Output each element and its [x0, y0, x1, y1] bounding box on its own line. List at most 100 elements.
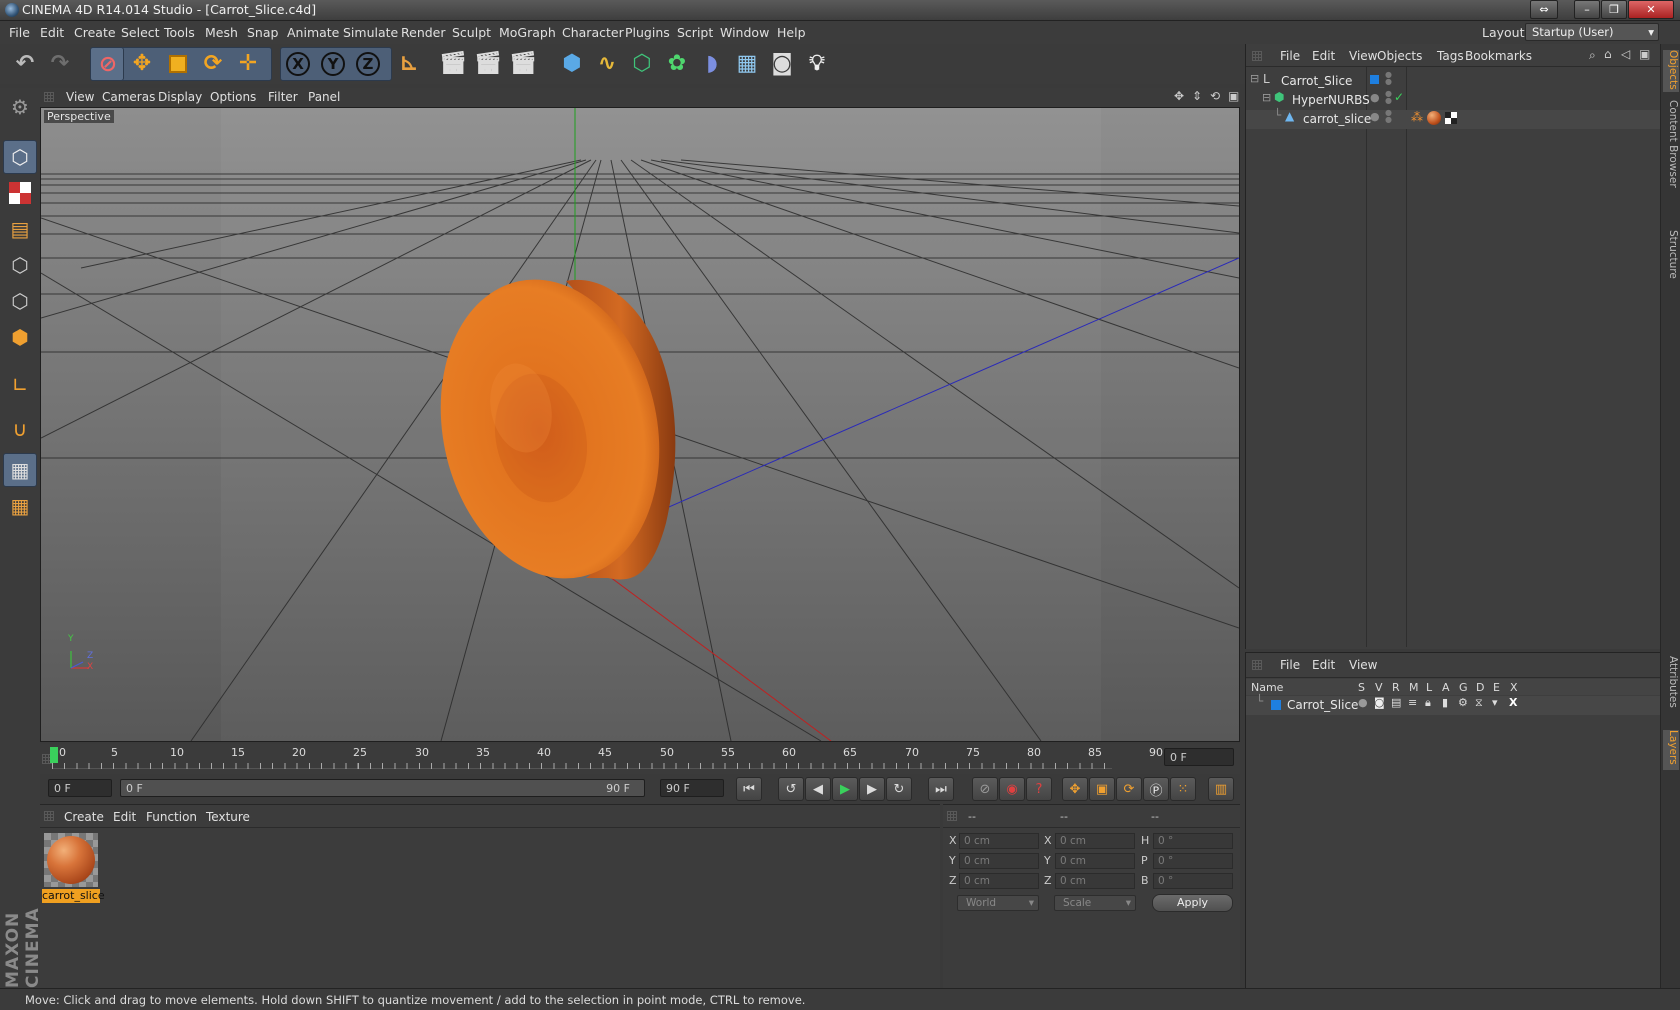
x-axis-button[interactable]: X — [281, 47, 315, 81]
next-frame-button[interactable]: ▶ — [859, 777, 885, 801]
tab-structure[interactable]: Structure — [1663, 230, 1679, 290]
object-menu-objects[interactable]: Objects — [1377, 49, 1422, 63]
viewport-menu-options[interactable]: Options — [210, 90, 256, 104]
key-position-button[interactable]: ✥ — [1062, 777, 1088, 801]
object-row-hypernurbs[interactable]: ⊟ ⬢ HyperNURBS ● ● ● ✓ — [1246, 90, 1661, 110]
menu-select[interactable]: Select — [121, 25, 160, 40]
menu-help[interactable]: Help — [777, 25, 806, 40]
menu-window[interactable]: Window — [720, 25, 769, 40]
visibility-dots-icon[interactable]: ● ● — [1385, 90, 1392, 105]
move-view-icon[interactable]: ✥ — [1174, 89, 1184, 103]
menu-sculpt[interactable]: Sculpt — [452, 25, 491, 40]
render-settings-button[interactable]: 🎬︎ — [506, 47, 540, 81]
size-y-field[interactable]: 0 cm — [1055, 853, 1135, 869]
material-menu-function[interactable]: Function — [146, 810, 197, 824]
layer-dot-icon[interactable]: ● — [1370, 110, 1380, 123]
points-mode-button[interactable]: ⬡ — [3, 248, 37, 282]
minimize-button[interactable]: – — [1574, 0, 1600, 19]
autokey-button[interactable]: ◉ — [999, 777, 1025, 801]
perspective-viewport[interactable]: Perspective Y X Z — [40, 107, 1240, 742]
layer-menu-view[interactable]: View — [1349, 658, 1377, 672]
tab-objects[interactable]: Objects — [1663, 50, 1679, 92]
start-frame-field[interactable]: 0 F — [48, 779, 112, 797]
layer-menu-edit[interactable]: Edit — [1312, 658, 1335, 672]
layer-row-carrot-slice[interactable]: └ Carrot_Slice ● ◙ ▤ ≡ 🔒︎ ▮ ⚙ ⧖ ▾ X — [1246, 694, 1661, 715]
camera-button[interactable]: ◙ — [765, 47, 799, 81]
scale-tool-button[interactable] — [161, 47, 195, 81]
solo-dot-icon[interactable]: ● — [1358, 696, 1368, 709]
enabled-check-icon[interactable]: ✓ — [1394, 90, 1404, 104]
size-x-field[interactable]: 0 cm — [1055, 833, 1135, 849]
go-to-end-button[interactable]: ⏭ — [928, 777, 954, 801]
visibility-dots-icon[interactable]: ● ● — [1385, 109, 1392, 124]
deformers-icon[interactable]: ⧖ — [1475, 696, 1483, 710]
viewport-menu-display[interactable]: Display — [158, 90, 202, 104]
menu-plugins[interactable]: Plugins — [625, 25, 670, 40]
menu-animate[interactable]: Animate — [287, 25, 339, 40]
home-icon[interactable]: ⌂ — [1604, 47, 1612, 61]
polygons-mode-button[interactable]: ⬢ — [3, 320, 37, 354]
layer-color-chip[interactable] — [1370, 75, 1379, 84]
rot-p-field[interactable]: 0 ° — [1153, 853, 1233, 869]
live-selection-button[interactable]: ⊘ — [90, 47, 124, 81]
key-scale-button[interactable]: ▣ — [1089, 777, 1115, 801]
y-axis-button[interactable]: Y — [316, 47, 350, 81]
coordinate-space-dropdown[interactable]: World ▾ — [957, 895, 1039, 911]
size-z-field[interactable]: 0 cm — [1055, 873, 1135, 889]
menu-mograph[interactable]: MoGraph — [499, 25, 556, 40]
render-picture-viewer-button[interactable]: 🎬︎ — [471, 47, 505, 81]
menu-simulate[interactable]: Simulate — [343, 25, 398, 40]
tab-content-browser[interactable]: Content Browser — [1663, 100, 1679, 220]
material-swatch[interactable]: carrot_slice — [42, 831, 105, 903]
playhead-marker[interactable] — [50, 747, 58, 763]
toggle-view-icon[interactable]: ▣ — [1228, 89, 1239, 103]
workplane-mode-button[interactable]: ▤ — [3, 212, 37, 246]
menu-mesh[interactable]: Mesh — [205, 25, 238, 40]
frame-range-slider[interactable]: 0 F 90 F — [120, 779, 645, 797]
apply-button[interactable]: Apply — [1152, 894, 1233, 912]
pos-z-field[interactable]: 0 cm — [959, 873, 1039, 889]
nurbs-button[interactable]: ⬡ — [625, 47, 659, 81]
expressions-icon[interactable]: ▾ — [1492, 696, 1498, 709]
uvw-tag-icon[interactable] — [1445, 112, 1457, 124]
spline-button[interactable]: ∿ — [590, 47, 624, 81]
layer-menu-file[interactable]: File — [1280, 658, 1300, 672]
key-pla-button[interactable]: ⁙ — [1170, 777, 1196, 801]
deformer-button[interactable]: ◗ — [695, 47, 729, 81]
layout-dropdown[interactable]: Startup (User) ▾ — [1525, 23, 1659, 41]
material-menu-texture[interactable]: Texture — [206, 810, 250, 824]
viewport-menu-view[interactable]: View — [66, 90, 94, 104]
scene-floor-button[interactable]: ▦ — [730, 47, 764, 81]
viewport-menu-cameras[interactable]: Cameras — [102, 90, 155, 104]
viewport-menu-panel[interactable]: Panel — [308, 90, 340, 104]
material-menu-edit[interactable]: Edit — [113, 810, 136, 824]
lock-icon[interactable]: 🔒︎ — [1425, 696, 1431, 710]
cube-object-button[interactable]: ⬢ — [555, 47, 589, 81]
move-tool-button[interactable]: ✥ — [125, 47, 159, 81]
timeline-ruler[interactable]: 0 5 10 15 20 25 30 35 40 45 50 55 60 65 … — [40, 744, 1240, 774]
object-row-carrot-slice-mesh[interactable]: └ ▲ carrot_slice ● ● ● ⁂ — [1246, 108, 1661, 129]
rot-h-field[interactable]: 0 ° — [1153, 833, 1233, 849]
menu-script[interactable]: Script — [677, 25, 713, 40]
manager-icon[interactable]: ≡ — [1408, 696, 1417, 709]
z-axis-button[interactable]: Z — [351, 47, 385, 81]
next-key-button[interactable]: ↻ — [886, 777, 912, 801]
previous-frame-button[interactable]: ◀ — [805, 777, 831, 801]
menu-render[interactable]: Render — [401, 25, 446, 40]
size-mode-dropdown[interactable]: Scale ▾ — [1054, 895, 1136, 911]
keyframe-selection-button[interactable]: ? — [1026, 777, 1052, 801]
edges-mode-button[interactable]: ⬡ — [3, 284, 37, 318]
viewport-menu-filter[interactable]: Filter — [268, 90, 298, 104]
object-menu-tags[interactable]: Tags — [1437, 49, 1464, 63]
redo-button[interactable]: ↷ — [43, 47, 77, 81]
render-view-button[interactable]: 🎬︎ — [436, 47, 470, 81]
coordinate-system-button[interactable]: ⊾ — [392, 47, 426, 81]
object-menu-view[interactable]: View — [1349, 49, 1377, 63]
menu-edit[interactable]: Edit — [40, 25, 64, 40]
last-tool-button[interactable]: ✛ — [231, 47, 265, 81]
view-eye-icon[interactable]: ◙ — [1374, 696, 1385, 709]
search-icon[interactable]: ⌕ — [1589, 48, 1596, 63]
light-button[interactable]: 💡︎ — [800, 47, 834, 81]
layer-dot-icon[interactable]: ● — [1370, 91, 1380, 104]
pos-y-field[interactable]: 0 cm — [959, 853, 1039, 869]
